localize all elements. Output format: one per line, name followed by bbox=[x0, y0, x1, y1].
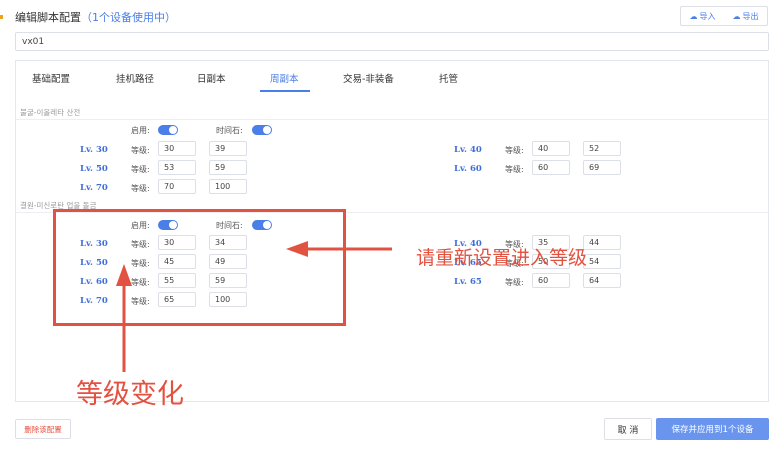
section2-enable-label: 启用: bbox=[131, 221, 150, 230]
tab-hosting[interactable]: 托管 bbox=[439, 71, 458, 85]
section2-level-label: Lv. 65 bbox=[454, 277, 482, 287]
section2-level-label: Lv. 50 bbox=[80, 258, 108, 268]
section2-min-input[interactable]: 60 bbox=[532, 273, 570, 288]
section1-grade-label: 等级: bbox=[131, 146, 150, 155]
section2-max-input[interactable]: 59 bbox=[209, 273, 247, 288]
section2-min-input[interactable]: 45 bbox=[158, 254, 196, 269]
section2-max-input[interactable]: 49 bbox=[209, 254, 247, 269]
annotation-level-change-note: 等级变化 bbox=[76, 379, 184, 410]
section2-grade-label: 等级: bbox=[505, 278, 524, 287]
section2-grade-label: 等级: bbox=[131, 297, 150, 306]
section2-min-input[interactable]: 30 bbox=[158, 235, 196, 250]
cancel-button[interactable]: 取 消 bbox=[604, 418, 652, 440]
section1-timestone-toggle[interactable] bbox=[252, 125, 272, 135]
section2-grade-label: 等级: bbox=[131, 240, 150, 249]
section1-min-input[interactable]: 30 bbox=[158, 141, 196, 156]
delete-config-button[interactable]: 删除该配置 bbox=[15, 419, 71, 439]
section1-min-input[interactable]: 40 bbox=[532, 141, 570, 156]
section1-timestone-label: 时间石: bbox=[216, 126, 243, 135]
section1-min-input[interactable]: 53 bbox=[158, 160, 196, 175]
tab-bar: 基础配置 挂机路径 日副本 周副本 交易-非装备 托管 bbox=[16, 61, 768, 94]
export-label: 导出 bbox=[742, 11, 759, 21]
section2-grade-label: 等级: bbox=[131, 278, 150, 287]
section1-grade-label: 等级: bbox=[505, 146, 524, 155]
section1-min-input[interactable]: 70 bbox=[158, 179, 196, 194]
section2-divider bbox=[15, 212, 769, 213]
section2-timestone-label: 时间石: bbox=[216, 221, 243, 230]
section2-level-label: Lv. 70 bbox=[80, 296, 108, 306]
title-accent-mark bbox=[0, 15, 3, 19]
section2-enable-toggle[interactable] bbox=[158, 220, 178, 230]
section1-max-input[interactable]: 39 bbox=[209, 141, 247, 156]
section1-level-label: Lv. 30 bbox=[80, 145, 108, 155]
section1-grade-label: 等级: bbox=[505, 165, 524, 174]
section2-min-input[interactable]: 55 bbox=[158, 273, 196, 288]
cloud-upload-icon: ☁ bbox=[689, 11, 698, 21]
active-tab-indicator bbox=[260, 90, 310, 92]
save-and-apply-button[interactable]: 保存并应用到1个设备 bbox=[656, 418, 769, 440]
page-title: 编辑脚本配置（1个设备使用中） bbox=[15, 9, 176, 25]
section2-timestone-toggle[interactable] bbox=[252, 220, 272, 230]
page-title-text: 编辑脚本配置 bbox=[15, 11, 81, 24]
section2-max-input[interactable]: 100 bbox=[209, 292, 247, 307]
import-export-group: ☁ 导入 ☁ 导出 bbox=[680, 6, 768, 26]
tab-weekly-dungeon[interactable]: 周副本 bbox=[270, 71, 299, 85]
tab-daily-dungeon[interactable]: 日副本 bbox=[197, 71, 226, 85]
section2-min-input[interactable]: 65 bbox=[158, 292, 196, 307]
section2-grade-label: 等级: bbox=[131, 259, 150, 268]
section2-level-label: Lv. 60 bbox=[80, 277, 108, 287]
section1-min-input[interactable]: 60 bbox=[532, 160, 570, 175]
device-usage-count: （1个设备使用中） bbox=[81, 11, 176, 24]
section1-divider bbox=[15, 119, 769, 120]
section2-max-input[interactable]: 44 bbox=[583, 235, 621, 250]
import-button[interactable]: ☁ 导入 bbox=[690, 11, 716, 22]
section1-grade-label: 等级: bbox=[131, 184, 150, 193]
section1-level-label: Lv. 60 bbox=[454, 164, 482, 174]
section2-max-input[interactable]: 64 bbox=[583, 273, 621, 288]
section1-level-label: Lv. 70 bbox=[80, 183, 108, 193]
section2-max-input[interactable]: 34 bbox=[209, 235, 247, 250]
section1-level-label: Lv. 40 bbox=[454, 145, 482, 155]
annotation-reset-level-note: 请重新设置进入等级 bbox=[416, 247, 588, 269]
section1-enable-toggle[interactable] bbox=[158, 125, 178, 135]
section1-enable-label: 启用: bbox=[131, 126, 150, 135]
export-button[interactable]: ☁ 导出 bbox=[733, 11, 759, 22]
cloud-download-icon: ☁ bbox=[732, 11, 741, 21]
section1-level-label: Lv. 50 bbox=[80, 164, 108, 174]
import-label: 导入 bbox=[699, 11, 716, 21]
section1-title: 불굴-이올레타 산전 bbox=[20, 108, 81, 117]
tab-basic-config[interactable]: 基础配置 bbox=[32, 71, 70, 85]
section1-max-input[interactable]: 59 bbox=[209, 160, 247, 175]
config-panel: 基础配置 挂机路径 日副本 周副本 交易-非装备 托管 bbox=[15, 60, 769, 402]
section2-level-label: Lv. 30 bbox=[80, 239, 108, 249]
section1-max-input[interactable]: 100 bbox=[209, 179, 247, 194]
section2-max-input[interactable]: 54 bbox=[583, 254, 621, 269]
script-name-input[interactable] bbox=[15, 32, 769, 51]
tab-trade-non-equipment[interactable]: 交易-非装备 bbox=[343, 71, 394, 85]
section1-max-input[interactable]: 69 bbox=[583, 160, 621, 175]
section2-title: 결원-미신로탄 업을 돌금 bbox=[20, 201, 97, 210]
section1-grade-label: 等级: bbox=[131, 165, 150, 174]
tab-farming-route[interactable]: 挂机路径 bbox=[116, 71, 154, 85]
section1-max-input[interactable]: 52 bbox=[583, 141, 621, 156]
